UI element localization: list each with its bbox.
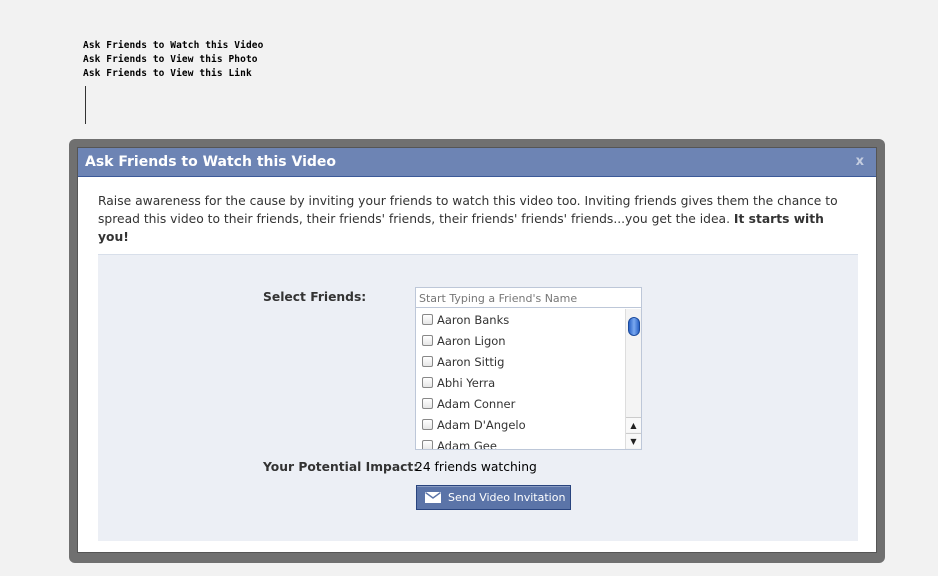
checkbox[interactable] [422,356,433,367]
friend-selector: Aaron Banks Aaron Ligon Aaron Sittig Abh… [415,287,642,450]
friend-item[interactable]: Aaron Ligon [416,330,626,351]
friend-item[interactable]: Adam Conner [416,393,626,414]
impact-label: Your Potential Impact: [263,460,419,474]
friend-item[interactable]: Adam D'Angelo [416,414,626,435]
friend-name: Adam Gee [437,438,497,450]
arrow-up-icon[interactable]: ▲ [626,417,641,432]
friend-name: Aaron Banks [437,312,510,327]
mail-icon [425,492,441,503]
select-friends-label: Select Friends: [263,290,367,304]
scroll-thumb[interactable] [628,317,640,336]
friend-name: Adam D'Angelo [437,417,526,432]
friend-list: Aaron Banks Aaron Ligon Aaron Sittig Abh… [416,309,626,449]
invite-panel: Select Friends: Aaron Banks Aaron Ligon … [98,254,858,541]
dialog-frame: Ask Friends to Watch this Video x Raise … [69,139,885,563]
ask-view-photo-link[interactable]: Ask Friends to View this Photo [83,53,263,67]
checkbox[interactable] [422,419,433,430]
dialog-header: Ask Friends to Watch this Video x [78,148,876,177]
dialog-title: Ask Friends to Watch this Video [85,154,337,170]
invite-dialog: Ask Friends to Watch this Video x Raise … [77,147,877,553]
friend-search-input[interactable] [416,288,641,308]
friend-item[interactable]: Aaron Banks [416,309,626,330]
ask-watch-video-link[interactable]: Ask Friends to Watch this Video [83,39,263,53]
friend-list-scrollbar[interactable]: ▲ ▼ [625,309,641,449]
friend-item[interactable]: Aaron Sittig [416,351,626,372]
ask-view-link-link[interactable]: Ask Friends to View this Link [83,67,263,81]
intro-paragraph: Raise awareness for the cause by invitin… [78,177,876,244]
friend-name: Aaron Sittig [437,354,505,369]
send-button-label: Send Video Invitation [448,491,566,504]
friend-name: Adam Conner [437,396,516,411]
friend-item[interactable]: Abhi Yerra [416,372,626,393]
ask-friends-links: Ask Friends to Watch this Video Ask Frie… [83,39,263,81]
friend-name: Abhi Yerra [437,375,496,390]
checkbox[interactable] [422,377,433,388]
checkbox[interactable] [422,440,433,449]
intro-text: Raise awareness for the cause by invitin… [98,194,838,226]
close-icon[interactable]: x [856,154,864,169]
friend-item[interactable]: Adam Gee [416,435,626,449]
friend-name: Aaron Ligon [437,333,506,348]
checkbox[interactable] [422,398,433,409]
checkbox[interactable] [422,314,433,325]
send-video-invitation-button[interactable]: Send Video Invitation [416,485,571,510]
arrow-down-icon[interactable]: ▼ [626,433,641,448]
impact-value: 24 friends watching [415,460,537,474]
checkbox[interactable] [422,335,433,346]
text-caret [85,86,86,124]
